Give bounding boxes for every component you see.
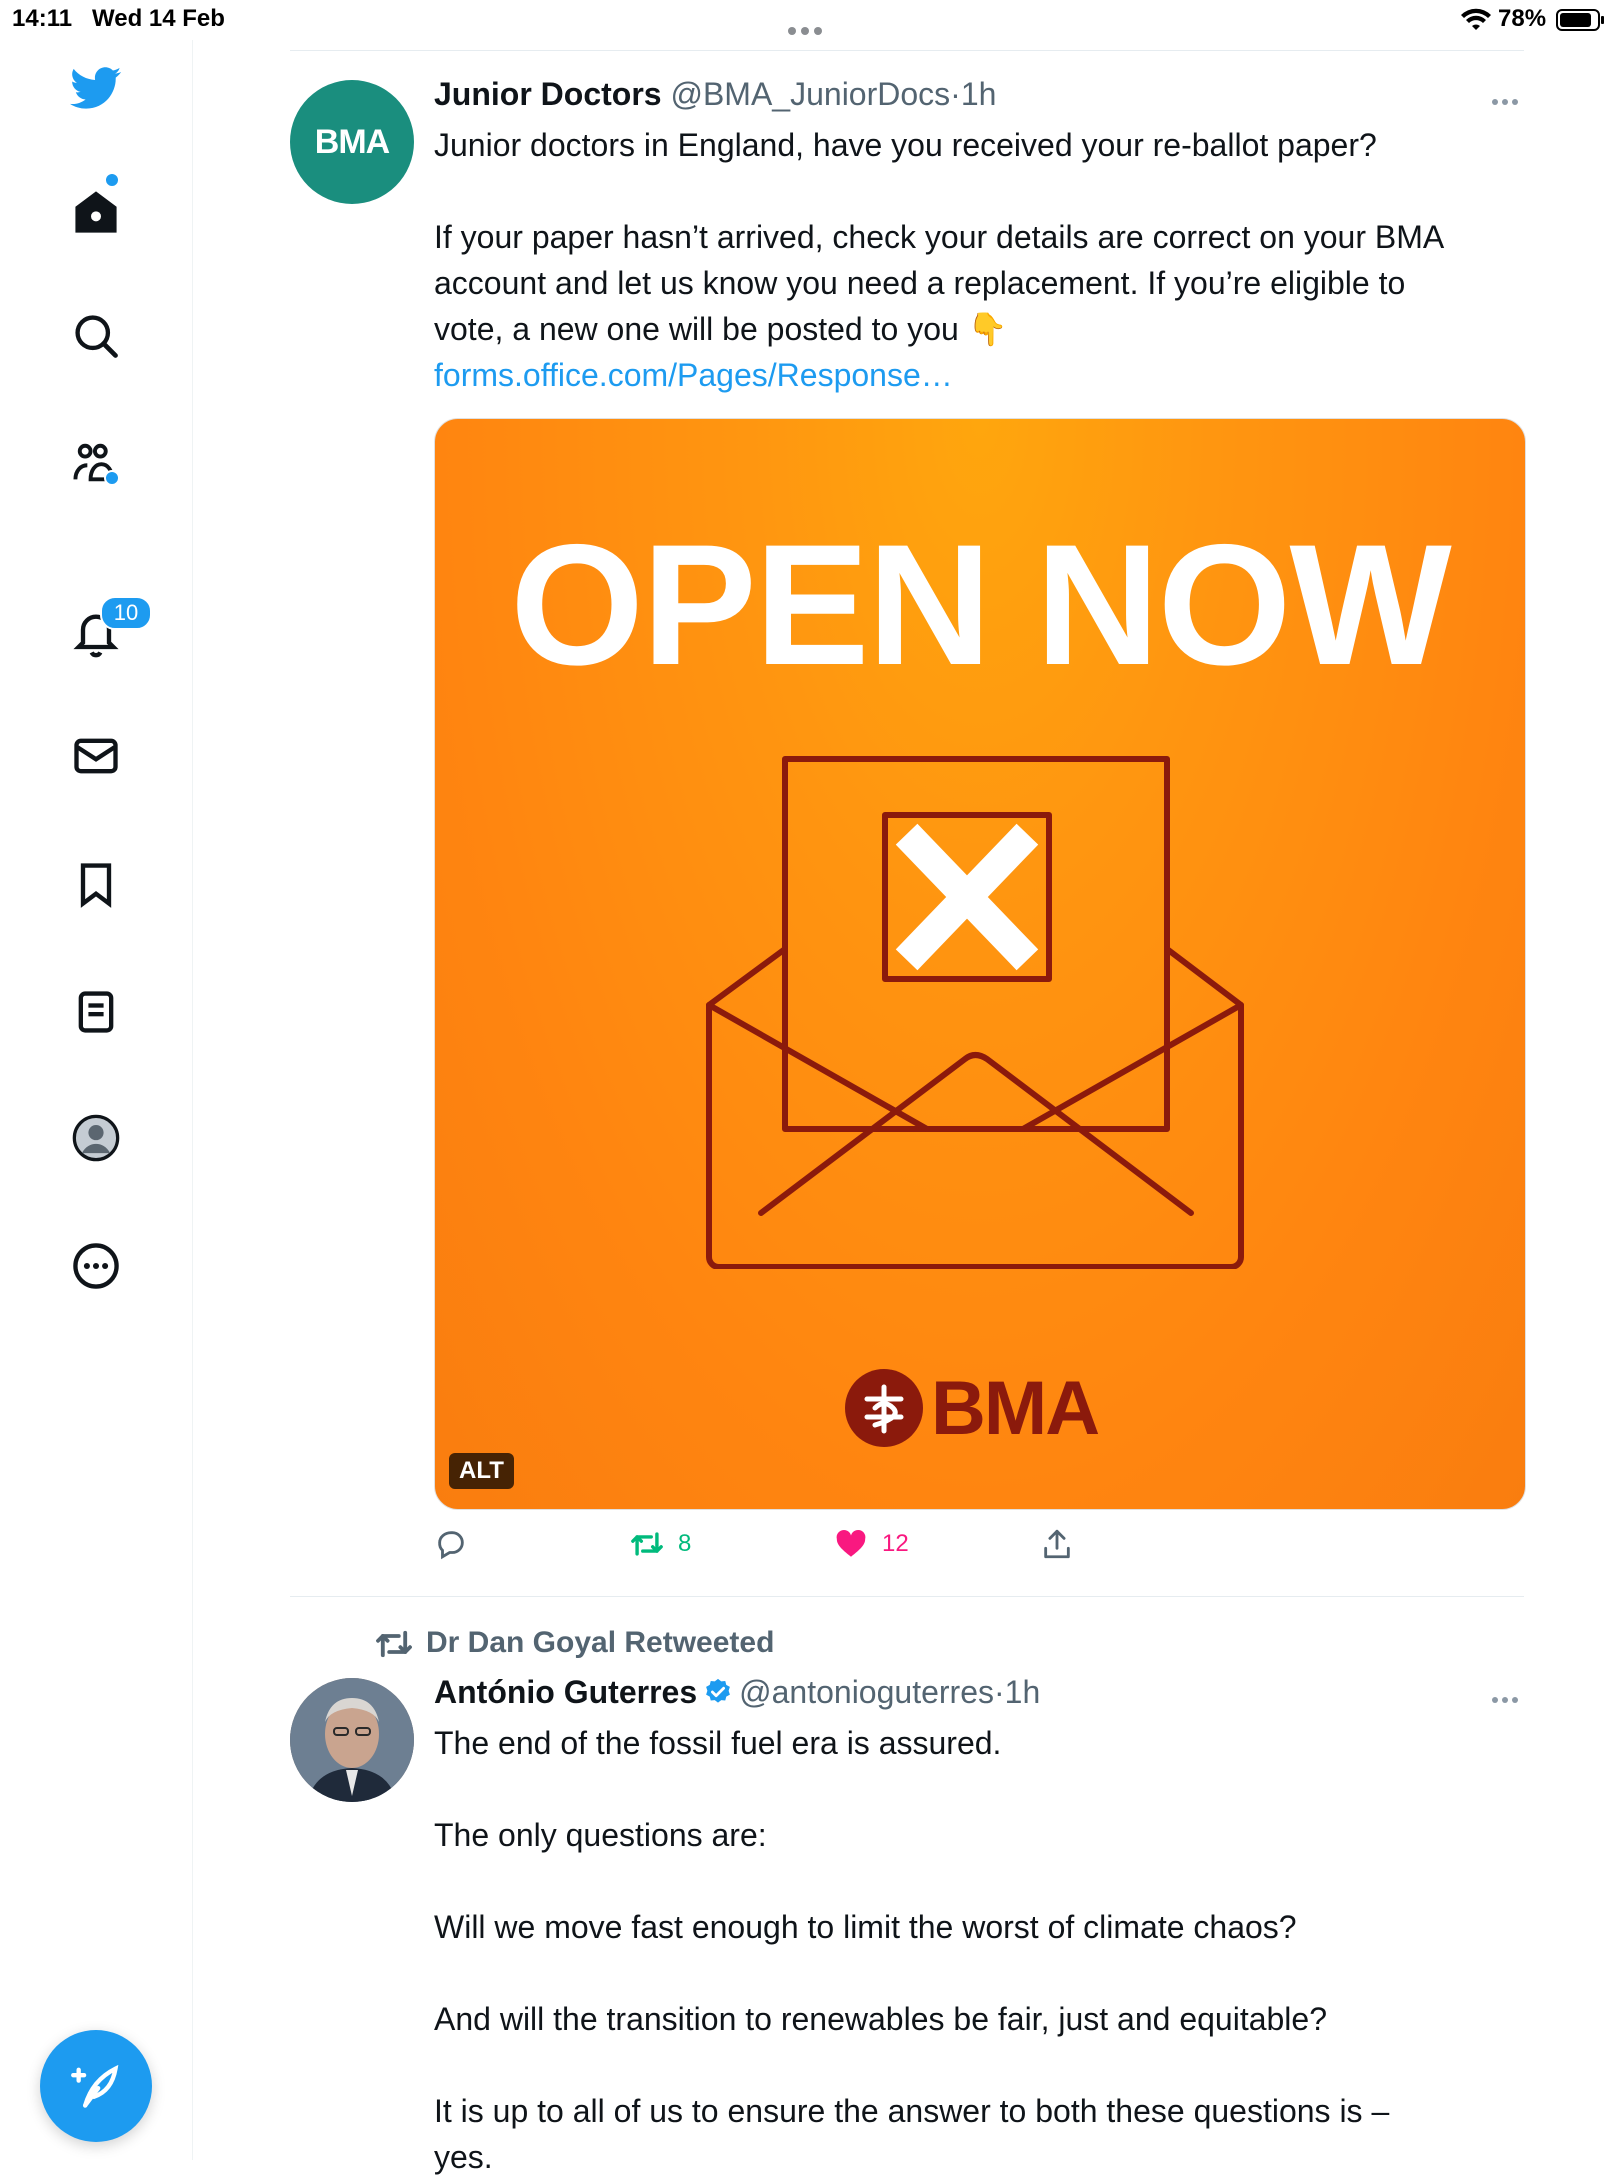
heart-filled-icon <box>836 1529 866 1557</box>
retweeted-icon <box>376 1630 412 1658</box>
tweet-line: The end of the fossil fuel era is assure… <box>434 1725 1002 1761</box>
tweet-line: account and let us know you need a repla… <box>434 265 1406 301</box>
tweet-time[interactable]: 1h <box>1005 1674 1041 1710</box>
tweet-line: The only questions are: <box>434 1817 767 1853</box>
feather-plus-icon <box>71 2064 119 2108</box>
home-unread-dot <box>104 172 120 188</box>
tweet-link[interactable]: forms.office.com/Pages/Response… <box>434 352 1534 398</box>
lists-icon[interactable] <box>70 986 122 1038</box>
guterres-avatar[interactable] <box>290 1678 414 1802</box>
like-button[interactable]: 12 <box>834 1520 909 1568</box>
tweet-divider <box>290 1596 1524 1597</box>
compose-tweet-button[interactable] <box>40 2030 152 2142</box>
tweet-more-icon[interactable] <box>1492 1690 1526 1703</box>
twitter-logo-icon[interactable] <box>70 62 122 114</box>
ballot-envelope-illustration <box>706 756 1244 1269</box>
more-options-icon[interactable] <box>70 1240 122 1292</box>
tweet-body: Junior doctors in England, have you rece… <box>434 122 1534 398</box>
bma-brand-logo: BMA <box>845 1369 1145 1449</box>
media-headline: OPEN NOW <box>510 509 1452 701</box>
tweet-more-icon[interactable] <box>1492 92 1526 105</box>
verified-badge-icon <box>706 1678 730 1703</box>
feed-top-divider <box>290 50 1524 51</box>
search-icon[interactable] <box>70 310 122 362</box>
tweet-line: Junior doctors in England, have you rece… <box>434 127 1377 163</box>
battery-icon <box>1556 9 1604 31</box>
home-icon[interactable] <box>70 186 122 238</box>
tweet-line: vote, a new one will be posted to you 👇 <box>434 311 1008 347</box>
bma-avatar[interactable]: BMA <box>290 80 414 204</box>
tweet-header: António Guterres @antonioguterres·1h <box>434 1674 1040 1711</box>
share-button[interactable] <box>1040 1520 1088 1568</box>
tweet-line: And will the transition to renewables be… <box>434 2001 1327 2037</box>
author-name[interactable]: Junior Doctors <box>434 76 662 112</box>
tweet-time[interactable]: 1h <box>961 76 997 112</box>
reply-bubble-icon <box>438 1531 464 1560</box>
alt-text-badge[interactable]: ALT <box>449 1453 514 1489</box>
tweet-actions: 8 12 <box>434 1520 1524 1568</box>
tweet-line: Will we move fast enough to limit the wo… <box>434 1909 1297 1945</box>
profile-avatar-icon[interactable] <box>70 1112 122 1164</box>
tweet-line: yes. <box>434 2139 493 2175</box>
messages-envelope-icon[interactable] <box>70 730 122 782</box>
bma-logo-mark-icon <box>845 1369 923 1447</box>
header-separator: · <box>993 1674 1005 1710</box>
tweet-line: If your paper hasn’t arrived, check your… <box>434 219 1445 255</box>
portrait-photo <box>290 1678 414 1802</box>
wifi-icon <box>1461 8 1491 30</box>
tweet-media-image[interactable]: OPEN NOW BMA ALT <box>434 418 1526 1510</box>
bma-brand-text: BMA <box>931 1366 1100 1451</box>
bma-avatar-text: BMA <box>314 122 390 161</box>
status-date: Wed 14 Feb <box>92 5 225 32</box>
share-upload-icon <box>1044 1529 1070 1559</box>
sidebar: 10 <box>0 40 193 2160</box>
retweet-button[interactable]: 8 <box>630 1520 691 1568</box>
bookmarks-icon[interactable] <box>70 858 122 910</box>
tweet-line: It is up to all of us to ensure the answ… <box>434 2093 1390 2129</box>
tweet-body: The end of the fossil fuel era is assure… <box>434 1720 1534 2180</box>
header-separator: · <box>950 76 961 112</box>
retweeted-by-text: Dr Dan Goyal Retweeted <box>426 1626 775 1659</box>
battery-percentage: 78% <box>1498 5 1547 32</box>
like-count: 12 <box>882 1530 909 1557</box>
retweet-count: 8 <box>678 1530 692 1557</box>
multitasking-dots-icon[interactable] <box>788 14 832 35</box>
retweet-icon <box>631 1532 663 1556</box>
retweeted-by-label[interactable]: Dr Dan Goyal Retweeted <box>374 1626 774 1660</box>
status-time: 14:11 <box>12 5 73 32</box>
reply-button[interactable] <box>434 1520 482 1568</box>
notifications-count-badge: 10 <box>100 596 152 630</box>
author-name[interactable]: António Guterres <box>434 1674 697 1710</box>
tweet-header: Junior Doctors @BMA_JuniorDocs·1h <box>434 76 996 113</box>
author-handle[interactable]: @BMA_JuniorDocs <box>670 76 950 112</box>
author-handle[interactable]: @antonioguterres <box>739 1674 994 1710</box>
communities-unread-dot <box>104 470 120 486</box>
status-bar: 14:11 Wed 14 Feb 78% <box>0 0 1620 40</box>
